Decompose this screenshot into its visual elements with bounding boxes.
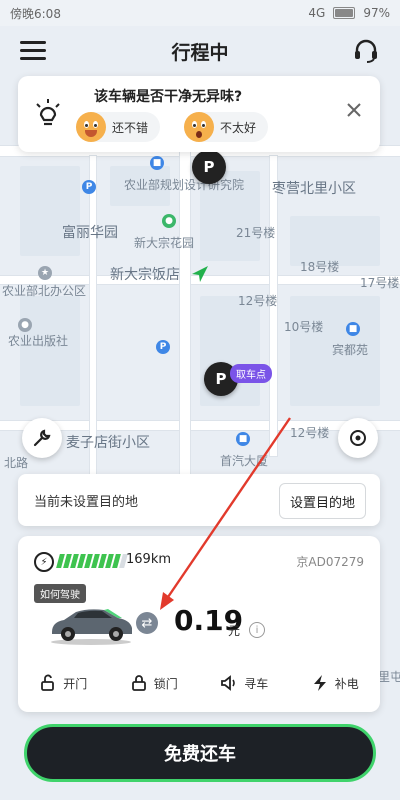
- status-time: 傍晚6:08: [10, 6, 61, 21]
- how-to-drive-link[interactable]: 如何驾驶: [34, 584, 86, 603]
- cleanliness-feedback-card: 该车辆是否干净无异味? 还不错 不太好: [18, 76, 380, 152]
- lock-door-button[interactable]: 锁门: [130, 674, 178, 692]
- map-road: [90, 156, 96, 506]
- map-poi-icon: ■: [236, 432, 250, 446]
- battery-icon: [333, 7, 356, 19]
- map-label: 北路: [4, 456, 29, 470]
- map-label: 宾都苑: [332, 343, 369, 357]
- vehicle-card: ⚡ 169km 京AD07279 如何驾驶 ⇄ 0.19 元 i 开门 锁门 寻…: [18, 536, 380, 712]
- open-door-button[interactable]: 开门: [39, 674, 87, 692]
- map-poi-icon: ●: [162, 214, 176, 228]
- price-unit: 元: [228, 624, 241, 638]
- car-image: [51, 609, 132, 645]
- lightning-icon: [313, 675, 326, 691]
- free-return-button[interactable]: 免费还车: [24, 724, 376, 782]
- feedback-question: 该车辆是否干净无异味?: [94, 89, 243, 105]
- locate-button[interactable]: [338, 418, 378, 458]
- find-car-button[interactable]: 寻车: [220, 674, 268, 692]
- map-label: 新大宗饭店: [110, 267, 180, 283]
- charge-button[interactable]: 补电: [311, 674, 359, 692]
- map-label: 10号楼: [284, 320, 324, 334]
- swap-icon[interactable]: ⇄: [136, 612, 158, 634]
- map-poi-icon: ★: [38, 266, 52, 280]
- map-poi-icon: ■: [346, 322, 360, 336]
- license-plate: 京AD07279: [296, 555, 364, 569]
- tools-button[interactable]: [22, 418, 62, 458]
- map-label: 18号楼: [300, 260, 340, 274]
- header-bar: 行程中: [0, 26, 400, 76]
- lightbulb-icon: [36, 99, 60, 126]
- destination-card: 当前未设置目的地 设置目的地: [18, 474, 380, 526]
- locate-icon: [350, 430, 366, 446]
- set-destination-button[interactable]: 设置目的地: [278, 483, 366, 519]
- map-label: 17号楼: [360, 276, 400, 290]
- feedback-bad-label: 不太好: [220, 120, 257, 135]
- lock-icon: [131, 675, 146, 691]
- map-label: 农业部规划设计研究院: [124, 178, 245, 192]
- status-icons: 4G 97%: [308, 6, 390, 20]
- map-poi-icon: ■: [150, 156, 164, 170]
- vehicle-actions: 开门 锁门 寻车 补电: [18, 674, 380, 692]
- unlock-icon: [41, 674, 55, 691]
- map-poi-icon: ●: [18, 318, 32, 332]
- happy-face-icon: [76, 112, 106, 142]
- parking-poi-icon: P: [82, 180, 96, 194]
- map-label: 21号楼: [236, 226, 276, 240]
- map-label: 12号楼: [290, 426, 330, 440]
- network-indicator: 4G: [308, 6, 326, 20]
- parking-poi-icon: P: [156, 340, 170, 354]
- customer-service-icon[interactable]: [352, 37, 380, 65]
- pickup-point-tag: 取车点: [230, 364, 272, 383]
- feedback-good-button[interactable]: 还不错: [76, 112, 161, 142]
- map-label: 首汽大厦: [220, 454, 269, 468]
- current-location-icon: [192, 266, 208, 282]
- map-label: 农业出版社: [8, 334, 69, 348]
- status-bar: 傍晚6:08 4G 97%: [0, 0, 400, 26]
- wrench-icon: [33, 429, 51, 447]
- electric-icon: ⚡: [34, 552, 54, 572]
- info-icon[interactable]: i: [249, 622, 265, 638]
- parking-pin-icon[interactable]: P: [192, 150, 226, 184]
- map-block: [20, 166, 80, 256]
- speaker-icon: [221, 675, 236, 691]
- map-label: 富丽华园: [62, 225, 118, 241]
- map-label: 枣营北里小区: [272, 181, 356, 197]
- map-label: 新大宗花园: [134, 236, 195, 250]
- surprised-face-icon: [184, 112, 214, 142]
- feedback-bad-button[interactable]: 不太好: [184, 112, 269, 142]
- map-label: 麦子店街小区: [66, 435, 150, 451]
- battery-level-bar: [56, 554, 128, 568]
- lock-door-label: 锁门: [153, 676, 178, 691]
- close-icon[interactable]: [344, 100, 364, 120]
- map-block: [20, 296, 80, 406]
- charge-label: 补电: [334, 676, 359, 691]
- open-door-label: 开门: [63, 676, 88, 691]
- map-label: 农业部北办公区: [2, 284, 87, 298]
- page-title: 行程中: [171, 42, 229, 64]
- destination-status: 当前未设置目的地: [34, 495, 139, 510]
- battery-percent: 97%: [363, 6, 390, 20]
- feedback-good-label: 还不错: [112, 120, 149, 135]
- range-value: 169km: [126, 552, 172, 567]
- find-car-label: 寻车: [244, 676, 269, 691]
- map-label: 12号楼: [238, 294, 278, 308]
